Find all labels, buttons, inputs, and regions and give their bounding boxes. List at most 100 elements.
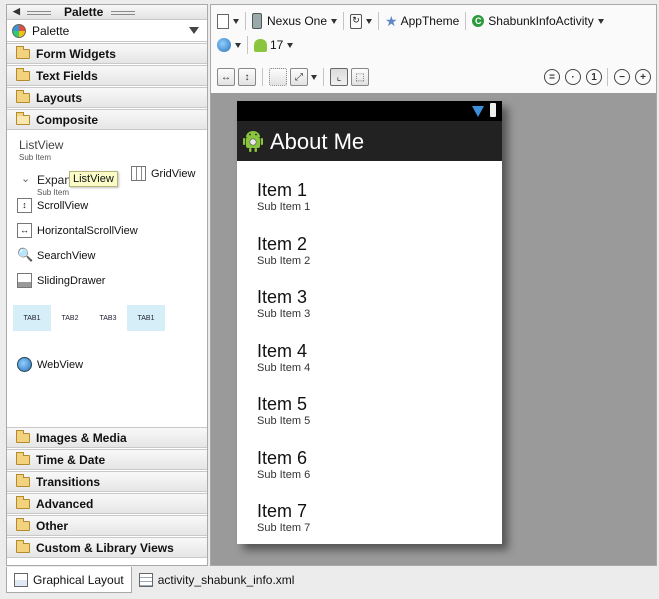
api-level-label: 17 <box>270 38 284 52</box>
tab-2: TAB2 <box>61 314 79 322</box>
gridview-widget[interactable]: GridView <box>131 166 195 181</box>
list-item[interactable]: Item 4 Sub Item 4 <box>237 322 502 376</box>
theme-dropdown[interactable]: ★ AppTheme <box>385 13 459 30</box>
app-title: About Me <box>270 129 365 154</box>
device-preview[interactable]: About Me Item 1 Sub Item 1 Item 2 Sub Item… <box>237 101 502 544</box>
zoom-emulate-icon[interactable]: · <box>565 69 581 85</box>
config-file-dropdown[interactable] <box>217 13 239 29</box>
toolbar-separator <box>343 12 345 30</box>
star-icon: ★ <box>385 12 398 29</box>
collapse-arrow-icon[interactable]: ◀ <box>13 6 20 17</box>
category-label: Layouts <box>36 91 83 105</box>
toggle-fill-height-icon[interactable]: ↕ <box>238 68 256 86</box>
category-label: Time & Date <box>36 453 106 467</box>
locale-dropdown[interactable] <box>217 38 241 52</box>
list-item[interactable]: Item 7 Sub Item 7 <box>237 482 502 536</box>
tab-graphical-layout[interactable]: Graphical Layout <box>6 567 132 593</box>
app-action-bar[interactable]: About Me <box>237 121 502 161</box>
palette-mode-dropdown[interactable]: Palette <box>7 20 207 42</box>
tab-1: TAB1 <box>13 305 51 331</box>
category-custom-library-views[interactable]: Custom & Library Views <box>7 537 207 558</box>
clip-to-screen-icon[interactable]: ⬚ <box>351 68 369 86</box>
device-listview[interactable]: Item 1 Sub Item 1 Item 2 Sub Item 2 Item 3… <box>237 161 502 536</box>
theme-label: AppTheme <box>400 14 460 28</box>
horizontalscrollview-widget[interactable]: ↔ HorizontalScrollView <box>17 223 138 238</box>
category-label: Composite <box>36 113 99 127</box>
drag-grip-icon[interactable] <box>111 11 135 15</box>
horizontal-scroll-icon: ↔ <box>17 223 32 238</box>
layout-actions-toolbar: ↔ ↕ ⤢ ⌞ ⬚ = · 1 − + <box>211 65 656 89</box>
api-level-dropdown[interactable]: 17 <box>254 38 294 52</box>
layout-editor: Nexus One ↻ ★ AppTheme C ShabunkInfoActi… <box>210 4 657 566</box>
category-layouts[interactable]: Layouts <box>7 87 207 108</box>
category-label: Text Fields <box>36 69 98 83</box>
list-item-subtitle: Sub Item 1 <box>257 201 311 213</box>
palette-title: Palette <box>64 5 104 19</box>
chevron-down-icon <box>331 18 338 24</box>
config-toolbar: Nexus One ↻ ★ AppTheme C ShabunkInfoActi… <box>211 5 656 57</box>
listview-title: ListView <box>19 138 64 152</box>
searchview-widget[interactable]: 🔍 SearchView <box>17 248 96 263</box>
layout-bounds-icon[interactable]: ⌞ <box>330 68 348 86</box>
list-item[interactable]: Item 6 Sub Item 6 <box>237 429 502 483</box>
toggle-fill-width-icon[interactable]: ↔ <box>217 68 235 86</box>
scrollview-widget[interactable]: ↕ ScrollView <box>17 198 88 213</box>
webview-widget[interactable]: WebView <box>17 357 83 372</box>
show-margins-icon[interactable] <box>269 68 287 86</box>
list-item[interactable]: Item 3 Sub Item 3 <box>237 268 502 322</box>
activity-dropdown[interactable]: C ShabunkInfoActivity <box>472 14 604 28</box>
vertical-scroll-icon: ↕ <box>17 198 32 213</box>
toolbar-separator <box>465 12 467 30</box>
tab-xml-source[interactable]: activity_shabunk_info.xml <box>132 567 302 593</box>
gridview-label: GridView <box>151 167 196 180</box>
list-item[interactable]: Item 1 Sub Item 1 <box>237 161 502 215</box>
list-item-title: Item 3 <box>257 287 308 307</box>
category-text-fields[interactable]: Text Fields <box>7 65 207 86</box>
search-icon: 🔍 <box>17 247 34 263</box>
design-canvas[interactable]: About Me Item 1 Sub Item 1 Item 2 Sub Item… <box>211 93 656 565</box>
list-item[interactable]: Item 2 Sub Item 2 <box>237 215 502 269</box>
layout-editor-icon <box>14 572 28 587</box>
list-item-title: Item 7 <box>257 501 308 521</box>
zoom-actual-size-icon[interactable]: 1 <box>586 69 602 85</box>
zoom-fit-icon[interactable]: = <box>544 69 560 85</box>
config-toolbar-row-2: 17 <box>217 33 656 57</box>
tabhost-widget[interactable]: TAB1 TAB2 TAB3 TAB1 <box>13 305 165 331</box>
activity-icon: C <box>472 15 485 27</box>
sliding-drawer-icon <box>17 273 32 288</box>
list-item-title: Item 2 <box>257 233 308 254</box>
scrollview-label: ScrollView <box>37 199 89 212</box>
folder-icon <box>16 540 30 553</box>
device-label: Nexus One <box>267 14 328 28</box>
category-other[interactable]: Other <box>7 515 207 536</box>
toolbar-separator <box>245 12 246 30</box>
category-composite[interactable]: Composite <box>7 109 207 130</box>
palette-header: ◀ Palette <box>7 5 207 20</box>
folder-icon <box>16 518 30 531</box>
drag-grip-icon[interactable] <box>27 11 51 15</box>
tab-1-duplicate: TAB1 <box>127 305 165 331</box>
list-item-subtitle: Sub Item 3 <box>257 308 311 320</box>
list-item[interactable]: Item 5 Sub Item 5 <box>237 375 502 429</box>
category-form-widgets[interactable]: Form Widgets <box>7 43 207 64</box>
category-transitions[interactable]: Transitions <box>7 471 207 492</box>
resize-icon[interactable]: ⤢ <box>290 68 308 86</box>
category-time-date[interactable]: Time & Date <box>7 449 207 470</box>
document-icon <box>217 13 229 29</box>
list-item-subtitle: Sub Item 4 <box>257 361 311 374</box>
zoom-out-icon[interactable]: − <box>614 69 630 85</box>
category-images-media[interactable]: Images & Media <box>7 427 207 448</box>
orientation-dropdown[interactable]: ↻ <box>350 13 373 29</box>
slidingdrawer-widget[interactable]: SlidingDrawer <box>17 273 105 288</box>
rotate-screen-icon: ↻ <box>350 13 363 29</box>
chevron-down-icon <box>189 27 199 34</box>
horizontalscrollview-label: HorizontalScrollView <box>37 224 138 237</box>
device-dropdown[interactable]: Nexus One <box>252 13 338 29</box>
wifi-signal-icon <box>472 106 484 117</box>
folder-icon <box>16 452 30 465</box>
zoom-in-icon[interactable]: + <box>635 69 651 85</box>
palette-icon <box>12 24 26 38</box>
list-item-title: Item 4 <box>257 340 308 361</box>
chevron-down-icon[interactable] <box>311 74 317 80</box>
category-advanced[interactable]: Advanced <box>7 493 207 514</box>
